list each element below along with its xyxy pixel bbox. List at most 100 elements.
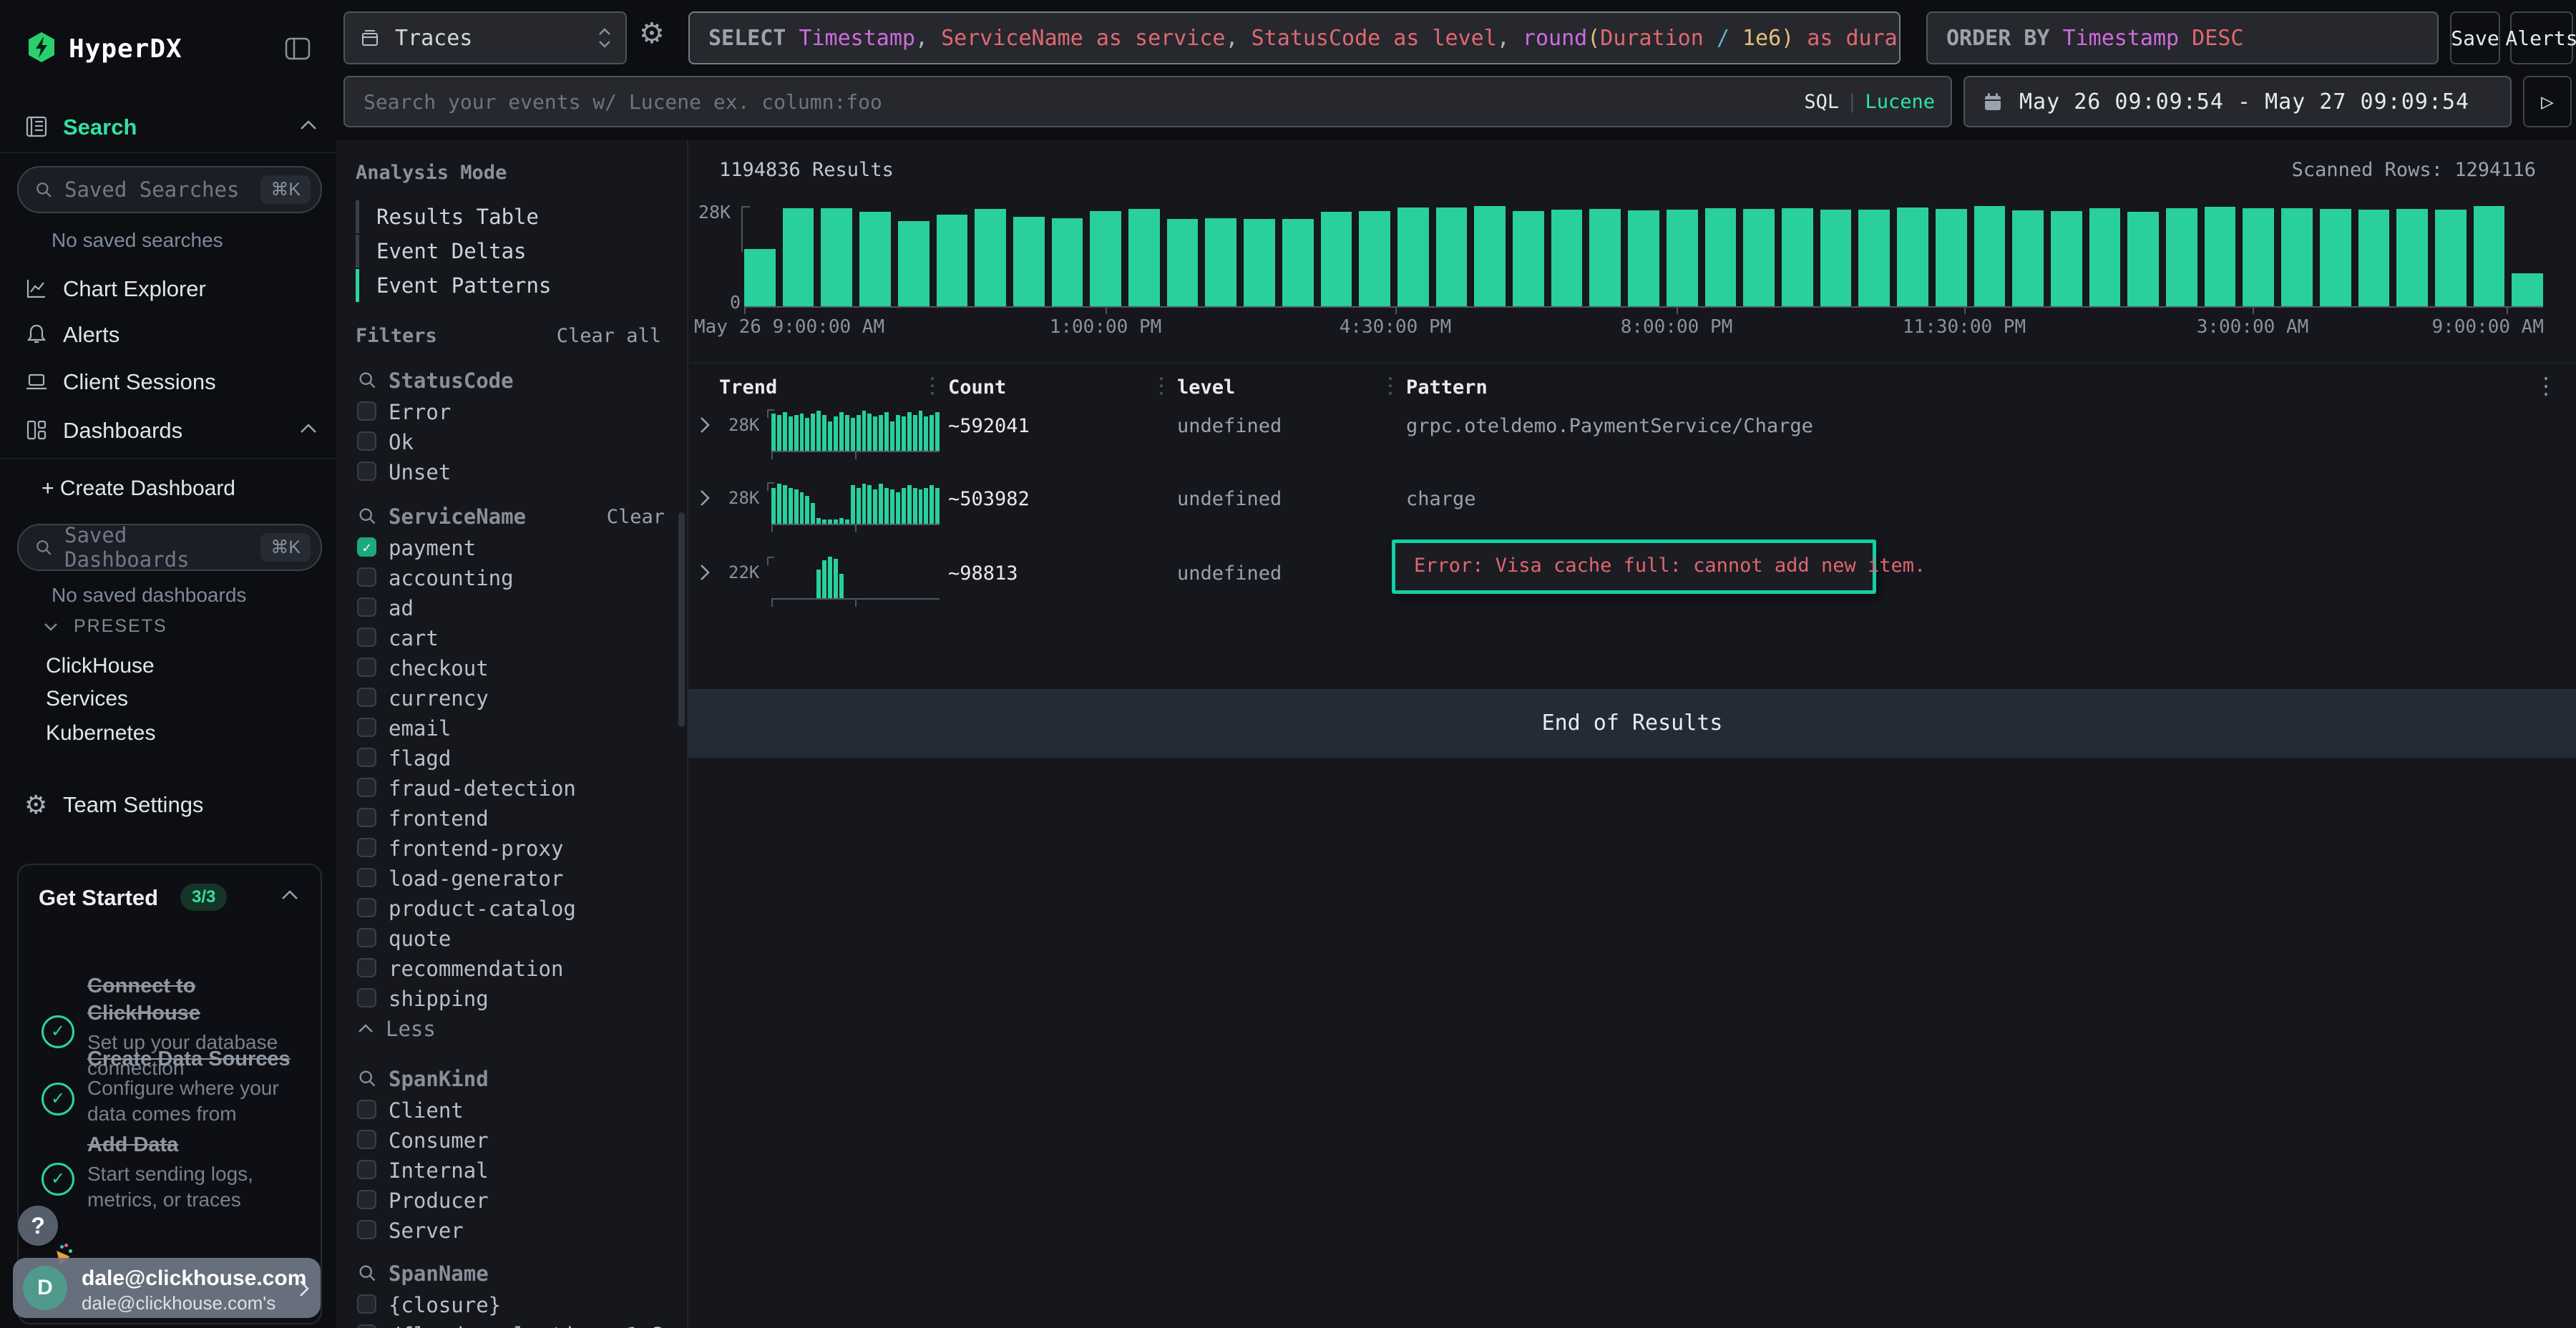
filter-option-shipping[interactable]: shipping [356, 984, 670, 1014]
filter-option-flagd[interactable]: flagd [356, 743, 670, 773]
filter-option--closure-[interactable]: {closure} [356, 1290, 670, 1320]
user-profile-chip[interactable]: D dale@clickhouse.com dale@clickhouse.co… [13, 1258, 321, 1318]
checkbox[interactable] [357, 628, 376, 647]
chevron-up-icon[interactable] [280, 889, 299, 901]
checkbox[interactable] [357, 718, 376, 737]
histogram-bar[interactable] [1551, 210, 1583, 306]
table-options-kebab-icon[interactable]: ⋮ [2534, 372, 2557, 399]
checkbox[interactable] [357, 898, 376, 917]
column-header-pattern[interactable]: Pattern [1406, 376, 1488, 399]
column-header-trend[interactable]: Trend [719, 376, 777, 399]
histogram-bar[interactable] [821, 208, 852, 306]
sidebar-item-client-sessions[interactable]: Client Sessions [0, 368, 336, 399]
checkbox[interactable] [357, 688, 376, 707]
column-resize-handle[interactable]: ⋮ [1380, 374, 1401, 399]
alerts-button[interactable]: Alerts [2510, 11, 2573, 64]
source-settings-gear-icon[interactable]: ⚙ [639, 17, 665, 50]
filter-option-cart[interactable]: cart [356, 623, 670, 653]
sidebar-item-chart-explorer[interactable]: Chart Explorer [0, 275, 336, 306]
filter-option-unset[interactable]: Unset [356, 457, 670, 487]
pattern-row[interactable]: 28K ~592041 undefined grpc.oteldemo.Paym… [688, 405, 2576, 477]
query-language-toggle[interactable]: SQL|Lucene [1804, 91, 1935, 113]
checkbox[interactable] [357, 1294, 376, 1314]
clear-filter-button[interactable]: Clear [607, 506, 665, 528]
analysis-option-results-table[interactable]: Results Table [356, 200, 613, 233]
checkbox[interactable] [357, 1324, 376, 1328]
histogram-bar[interactable] [937, 215, 968, 306]
select-clause-input[interactable]: SELECT Timestamp, ServiceName as service… [688, 11, 1901, 64]
histogram-bar[interactable] [859, 212, 891, 306]
histogram-bar[interactable] [2051, 211, 2082, 306]
filter-option-producer[interactable]: Producer [356, 1186, 670, 1216]
show-less-toggle[interactable]: Less [356, 1014, 670, 1045]
preset-services[interactable]: Services [46, 687, 128, 711]
run-query-button[interactable]: ▷ [2523, 76, 2572, 127]
clear-all-filters-button[interactable]: Clear all [557, 325, 661, 347]
analysis-option-event-patterns[interactable]: Event Patterns [356, 269, 613, 302]
filter-panel-scrollbar[interactable] [678, 512, 685, 727]
filter-option-error[interactable]: Error [356, 397, 670, 427]
histogram-bar[interactable] [1282, 219, 1314, 306]
histogram-bar[interactable] [1936, 209, 1967, 306]
column-resize-handle[interactable]: ⋮ [1151, 374, 1172, 399]
help-button[interactable]: ? [18, 1206, 58, 1246]
histogram-bar[interactable] [1589, 209, 1621, 306]
histogram-bar[interactable] [1820, 210, 1852, 306]
histogram-bar[interactable] [1359, 211, 1390, 306]
filter-option-frontend-proxy[interactable]: frontend-proxy [356, 834, 670, 864]
time-range-picker[interactable]: May 26 09:09:54 - May 27 09:09:54 [1963, 76, 2512, 127]
expand-row-chevron-icon[interactable] [698, 562, 711, 582]
histogram-bar[interactable] [1013, 217, 1045, 306]
filter-option-client[interactable]: Client [356, 1095, 670, 1126]
histogram-bar[interactable] [1743, 209, 1775, 306]
saved-searches-input[interactable]: Saved Searches ⌘K [17, 166, 322, 213]
histogram-bar[interactable] [2205, 207, 2236, 306]
checkbox[interactable] [357, 401, 376, 421]
checkbox[interactable] [357, 988, 376, 1007]
histogram-bar[interactable] [1513, 211, 1544, 306]
checkbox[interactable] [357, 1160, 376, 1179]
histogram-bar[interactable] [975, 209, 1006, 306]
checkbox[interactable] [357, 748, 376, 767]
filter-option-product-catalog[interactable]: product-catalog [356, 894, 670, 924]
histogram-bar[interactable] [1974, 206, 2006, 306]
filter-option-ok[interactable]: Ok [356, 427, 670, 457]
histogram-bar[interactable] [1052, 218, 1083, 306]
saved-dashboards-input[interactable]: Saved Dashboards ⌘K [17, 524, 322, 571]
filter-option-payment[interactable]: ✓payment [356, 533, 670, 563]
expand-row-chevron-icon[interactable] [698, 415, 711, 435]
histogram-bar[interactable] [1090, 211, 1121, 306]
filter-option-consumer[interactable]: Consumer [356, 1126, 670, 1156]
histogram-bar[interactable] [2512, 273, 2543, 306]
histogram-bar[interactable] [1321, 212, 1352, 306]
highlighted-error-pattern[interactable]: Error: Visa cache full: cannot add new i… [1392, 540, 1876, 594]
histogram-bar[interactable] [1244, 219, 1275, 306]
filter-option--flagd-evaluation-v1-se-[interactable]: /flagd.evaluation.v1.Se… [356, 1320, 670, 1328]
presets-toggle[interactable]: PRESETS [43, 616, 167, 637]
expand-row-chevron-icon[interactable] [698, 488, 711, 508]
filter-option-ad[interactable]: ad [356, 593, 670, 623]
sidebar-item-alerts[interactable]: Alerts [0, 321, 336, 352]
pattern-row[interactable]: 22K ~98813 undefined Error: Visa cache f… [688, 552, 2576, 624]
checkbox[interactable] [357, 868, 376, 887]
preset-clickhouse[interactable]: ClickHouse [46, 654, 155, 678]
filter-option-checkout[interactable]: checkout [356, 653, 670, 683]
histogram-bar[interactable] [2127, 212, 2159, 306]
checkbox[interactable] [357, 928, 376, 947]
filter-option-fraud-detection[interactable]: fraud-detection [356, 773, 670, 804]
filter-option-currency[interactable]: currency [356, 683, 670, 713]
create-dashboard-button[interactable]: + Create Dashboard [42, 477, 235, 501]
event-search-input[interactable]: Search your events w/ Lucene ex. column:… [343, 76, 1952, 127]
checkbox[interactable] [357, 838, 376, 857]
sidebar-item-team-settings[interactable]: ⚙ Team Settings [0, 791, 336, 822]
results-histogram[interactable] [744, 206, 2543, 306]
filter-option-server[interactable]: Server [356, 1216, 670, 1246]
pattern-row[interactable]: 28K ~503982 undefined charge [688, 478, 2576, 550]
filter-option-quote[interactable]: quote [356, 924, 670, 954]
histogram-bar[interactable] [1128, 209, 1160, 306]
analysis-option-event-deltas[interactable]: Event Deltas [356, 235, 613, 268]
source-select[interactable]: Traces [343, 11, 627, 64]
histogram-bar[interactable] [2320, 209, 2351, 306]
filter-option-email[interactable]: email [356, 713, 670, 743]
get-started-step[interactable]: ✓ Add Data Start sending logs, metrics, … [19, 1128, 321, 1243]
